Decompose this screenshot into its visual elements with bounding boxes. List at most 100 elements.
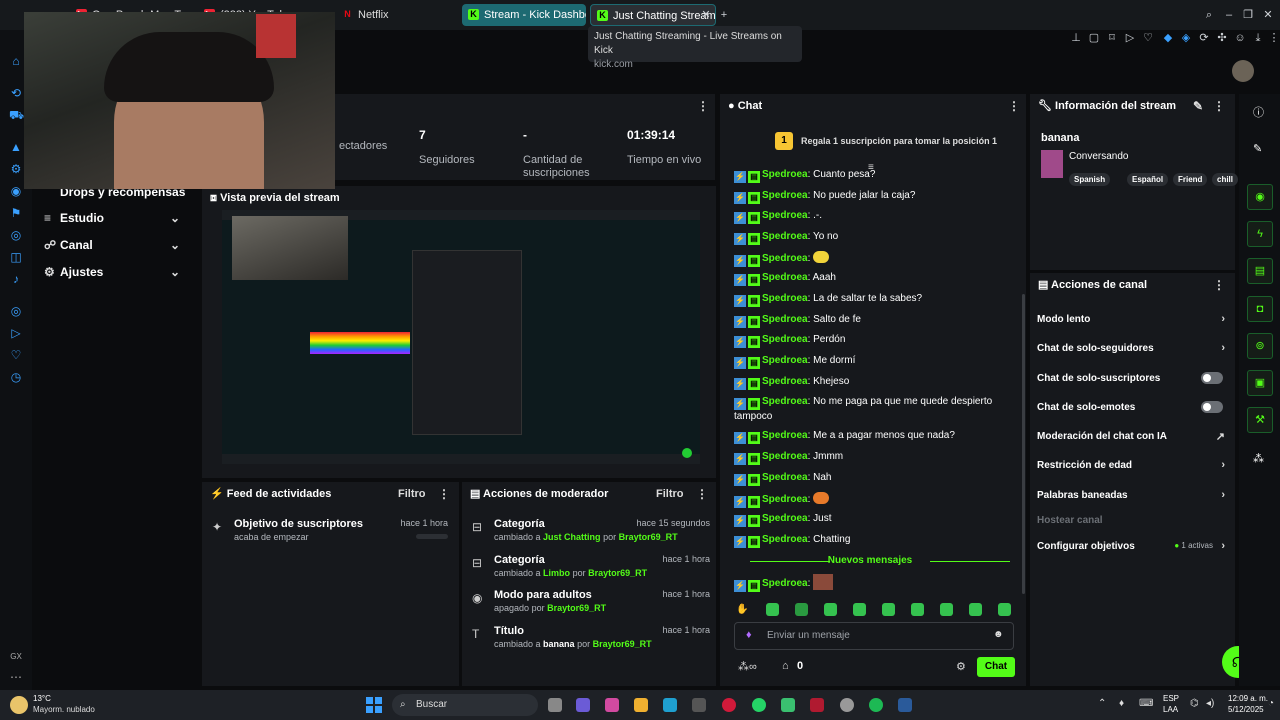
avatar[interactable] xyxy=(1232,60,1254,82)
action-banned-words[interactable]: Palabras baneadas › xyxy=(1037,489,1229,501)
action-subscribers-only[interactable]: Chat de solo-suscriptores xyxy=(1037,372,1229,384)
chat-username[interactable]: Spedroea xyxy=(762,396,808,407)
sub-goal-banner[interactable]: Regala 1 suscripción para tomar la posic… xyxy=(801,136,1041,146)
chat-username[interactable]: Spedroea xyxy=(762,334,808,345)
heart-icon[interactable]: ♡ xyxy=(1142,32,1154,44)
home-icon[interactable]: ⌂ xyxy=(9,54,23,68)
wrench-icon[interactable]: ⚒ xyxy=(1247,407,1273,433)
emotes-only-toggle[interactable] xyxy=(1201,401,1223,413)
action-age-restriction[interactable]: Restricción de edad › xyxy=(1037,459,1229,471)
detail-user[interactable]: Braytor69_RT xyxy=(593,639,652,649)
chat-username[interactable]: Spedroea xyxy=(762,190,808,201)
chat-send-button[interactable]: Chat xyxy=(977,657,1015,677)
chat-icon[interactable]: ◉ xyxy=(9,184,23,198)
history-icon[interactable]: ⟲ xyxy=(9,86,23,100)
app-icon[interactable] xyxy=(781,698,795,712)
pencil-icon[interactable]: ✎ xyxy=(1253,142,1262,155)
minimize-icon[interactable]: – xyxy=(1223,9,1235,21)
close-tab-icon[interactable]: ✕ xyxy=(700,9,712,21)
store-icon[interactable] xyxy=(692,698,706,712)
more-options-icon[interactable]: ⋮ xyxy=(438,488,450,500)
chat-input[interactable]: Enviar un mensaje xyxy=(734,622,1014,650)
chat-scrollbar[interactable] xyxy=(1022,294,1025,594)
extension-icon[interactable]: ◆ xyxy=(1162,32,1174,44)
app-icon[interactable]: ▲ xyxy=(9,140,23,154)
emoji-icon[interactable]: ☻ xyxy=(993,629,1004,640)
sidebar-item-settings[interactable]: ⚙ Ajustes ⌄ xyxy=(44,262,194,282)
screenshot-icon[interactable]: ▢ xyxy=(1088,32,1100,44)
more-options-icon[interactable]: ⋮ xyxy=(696,488,708,500)
emote[interactable] xyxy=(969,603,982,616)
chat-username[interactable]: Spedroea xyxy=(762,451,808,462)
mic-icon[interactable]: ♦ xyxy=(746,629,752,641)
store-icon[interactable]: ⌂ xyxy=(782,660,789,672)
send-icon[interactable]: ▷ xyxy=(9,326,23,340)
extension-icon[interactable]: ◈ xyxy=(1180,32,1192,44)
restore-icon[interactable]: ❐ xyxy=(1242,9,1254,21)
camera-icon[interactable]: ◉ xyxy=(1247,184,1273,210)
pin-icon[interactable]: ⊥ xyxy=(1070,32,1082,44)
action-slow-mode[interactable]: Modo lento › xyxy=(1037,313,1229,325)
tab-just-chatting[interactable]: K Just Chatting Stream xyxy=(590,4,716,26)
action-host-channel[interactable]: Hostear canal xyxy=(1037,515,1229,526)
chat-username[interactable]: Spedroea xyxy=(762,376,808,387)
file-explorer-icon[interactable] xyxy=(634,698,648,712)
action-configure-goals[interactable]: Configurar objetivos ● 1 activas › xyxy=(1037,540,1229,552)
clock-icon[interactable]: ◷ xyxy=(9,370,23,384)
filter-button[interactable]: Filtro xyxy=(398,482,426,506)
instagram-icon[interactable]: ◫ xyxy=(9,250,23,264)
chat-username[interactable]: Spedroea xyxy=(762,355,808,366)
extensions-icon[interactable]: ⁂ xyxy=(1253,452,1264,465)
chat-username[interactable]: Spedroea xyxy=(762,430,808,441)
action-followers-only[interactable]: Chat de solo-seguidores › xyxy=(1037,342,1229,354)
clock-date[interactable]: 5/12/2025 xyxy=(1228,705,1264,714)
weather-icon[interactable] xyxy=(10,696,28,714)
detail-user[interactable]: Braytor69_RT xyxy=(547,603,606,613)
windows-start-icon[interactable] xyxy=(366,697,382,713)
subscribers-only-toggle[interactable] xyxy=(1201,372,1223,384)
network-icon[interactable]: ⌬ xyxy=(1190,698,1199,709)
emote[interactable] xyxy=(998,603,1011,616)
new-tab-icon[interactable]: + xyxy=(718,9,730,21)
emote[interactable] xyxy=(853,603,866,616)
sidebar-item-studio[interactable]: ≡ Estudio ⌄ xyxy=(44,208,194,228)
points-icon[interactable]: ⁂∞ xyxy=(738,660,757,673)
detail-user[interactable]: Braytor69_RT xyxy=(619,532,678,542)
filter-button[interactable]: Filtro xyxy=(656,482,684,506)
broadcast-icon[interactable]: ⊚ xyxy=(1247,333,1273,359)
whatsapp-icon[interactable] xyxy=(752,698,766,712)
heart-icon[interactable]: ♡ xyxy=(9,348,23,362)
mic-icon[interactable]: ♦ xyxy=(1119,698,1124,709)
notes-icon[interactable]: ▤ xyxy=(1247,258,1273,284)
clock-time[interactable]: 12:09 a. m. xyxy=(1228,694,1268,703)
tiktok-icon[interactable]: ♪ xyxy=(9,272,23,286)
chevron-up-icon[interactable]: ⌃ xyxy=(1098,698,1106,709)
info-icon[interactable]: ⓘ xyxy=(1253,104,1264,120)
bolt-icon[interactable]: ϟ xyxy=(1247,221,1273,247)
gift-icon[interactable]: ⚑ xyxy=(9,206,23,220)
emote-picker-icon[interactable]: ✋ xyxy=(736,604,748,615)
chat-username[interactable]: Spedroea xyxy=(762,534,808,545)
more-options-icon[interactable]: ⋮ xyxy=(1213,100,1225,112)
chat-username[interactable]: Spedroea xyxy=(762,472,808,483)
messenger-icon[interactable]: ◎ xyxy=(9,228,23,242)
volume-icon[interactable]: ◂) xyxy=(1206,698,1214,709)
chat-username[interactable]: Spedroea xyxy=(762,314,808,325)
chat-username[interactable]: Spedroea xyxy=(762,494,808,505)
more-options-icon[interactable]: ⋮ xyxy=(1008,100,1020,112)
language-code[interactable]: ESP xyxy=(1163,694,1179,703)
chat-username[interactable]: Spedroea xyxy=(762,169,808,180)
chat-username[interactable]: Spedroea xyxy=(762,210,808,221)
language-layout[interactable]: LAA xyxy=(1163,705,1178,714)
sidebar-item-channel[interactable]: ☍ Canal ⌄ xyxy=(44,235,194,255)
new-messages-divider[interactable]: Nuevos mensajes xyxy=(720,555,1020,566)
more-options-icon[interactable]: ⋮ xyxy=(1213,279,1225,291)
keyboard-icon[interactable]: ⌨ xyxy=(1139,698,1153,709)
chat-settings-icon[interactable]: ⚙ xyxy=(956,660,966,673)
action-emotes-only[interactable]: Chat de solo-emotes xyxy=(1037,401,1229,413)
emote[interactable] xyxy=(940,603,953,616)
menu-icon[interactable]: ⋮ xyxy=(1268,32,1280,44)
copilot-app-icon[interactable] xyxy=(605,698,619,712)
copilot-icon[interactable] xyxy=(576,698,590,712)
spotify-icon[interactable] xyxy=(869,698,883,712)
